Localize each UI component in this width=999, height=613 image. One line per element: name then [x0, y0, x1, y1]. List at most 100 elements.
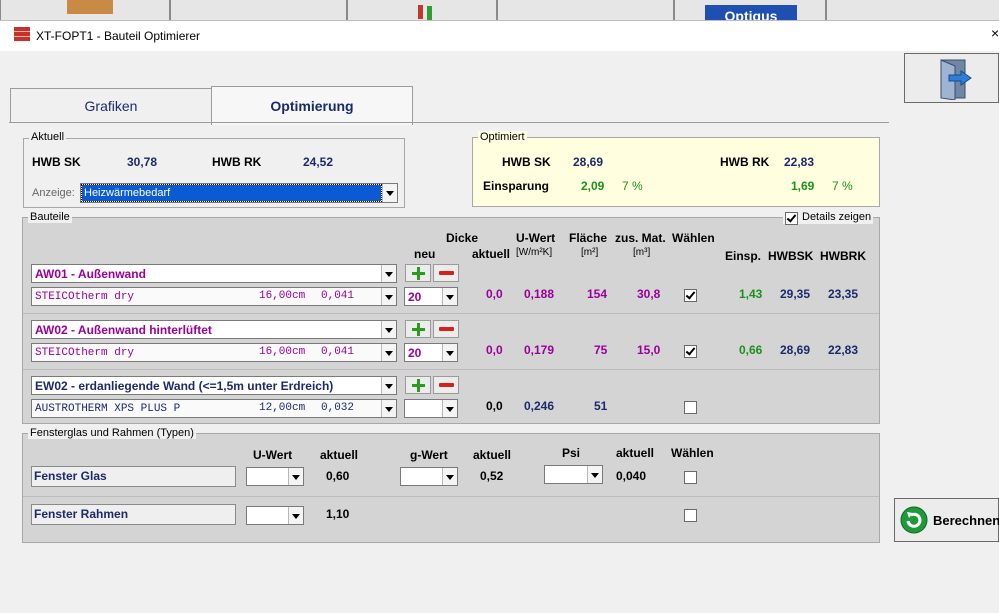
einsparung-rk-value: 1,69: [791, 179, 815, 193]
flaeche-value: 75: [594, 343, 608, 357]
bauteil-name: EW02 - erdanliegende Wand (<=1,5m unter …: [35, 378, 334, 393]
optimiert-hwb-sk-value: 28,69: [573, 155, 604, 169]
neu-dicke-value: 20: [408, 345, 422, 360]
fenster-glas-field[interactable]: Fenster Glas: [31, 466, 236, 487]
bauteil-name: AW02 - Außenwand hinterlüftet: [35, 322, 212, 337]
toolbar-button-4[interactable]: [497, 0, 674, 20]
anzeige-select[interactable]: Heizwärmebedarf: [80, 183, 398, 203]
einsp-value: 1,43: [739, 287, 763, 301]
chevron-down-icon[interactable]: [442, 400, 457, 417]
remove-layer-button[interactable]: [433, 264, 459, 282]
header-aktuell: aktuell: [472, 247, 511, 261]
fenster-rahmen-field[interactable]: Fenster Rahmen: [31, 504, 236, 525]
material-lambda: 0,032: [321, 402, 355, 414]
optigus-logo: Optigus: [705, 5, 797, 20]
exit-door-icon: [940, 59, 972, 100]
chevron-down-icon[interactable]: [381, 265, 396, 282]
header-hwbrk: HWBRK: [820, 249, 866, 263]
hwbrk-value: 22,83: [828, 343, 859, 357]
rahmen-waehlen-checkbox[interactable]: [684, 509, 697, 522]
glas-gwert-select[interactable]: [400, 467, 458, 486]
bauteil-select-aw01[interactable]: AW01 - Außenwand: [31, 264, 397, 283]
neu-dicke-select[interactable]: [404, 399, 458, 418]
waehlen-checkbox[interactable]: [684, 401, 697, 414]
header-neu: neu: [414, 247, 436, 261]
toolbar-button-optigus[interactable]: Optigus: [674, 0, 826, 20]
chevron-down-icon[interactable]: [381, 288, 396, 305]
chevron-down-icon[interactable]: [442, 288, 457, 305]
aktuell-dicke: 0,0: [486, 343, 503, 357]
header-uwert: U-Wert: [516, 231, 556, 245]
tab-optimierung[interactable]: Optimierung: [211, 86, 413, 125]
chart-icon: [418, 5, 423, 19]
fenster-group-label: Fensterglas und Rahmen (Typen): [28, 427, 196, 439]
bauteil-select-aw02[interactable]: AW02 - Außenwand hinterlüftet: [31, 320, 397, 339]
header-einsp: Einsp.: [725, 249, 762, 263]
chevron-down-icon[interactable]: [381, 321, 396, 338]
glas-psi-aktuell: 0,040: [616, 469, 647, 483]
rahmen-uwert-select[interactable]: [246, 506, 304, 525]
anzeige-select-value: Heizwärmebedarf: [81, 184, 382, 202]
add-layer-button[interactable]: [405, 376, 431, 394]
chevron-down-icon[interactable]: [442, 468, 457, 485]
glas-uwert-select[interactable]: [246, 467, 304, 486]
flaeche-value: 51: [594, 399, 608, 413]
chevron-down-icon[interactable]: [381, 377, 396, 394]
tab-grafiken[interactable]: Grafiken: [10, 88, 212, 123]
waehlen-checkbox[interactable]: [684, 345, 697, 358]
aktuell-dicke: 0,0: [486, 399, 503, 413]
app-icon: [14, 27, 30, 41]
chevron-down-icon[interactable]: [382, 184, 397, 202]
chevron-down-icon[interactable]: [288, 468, 303, 485]
fenster-header-aktuell-g: aktuell: [473, 448, 512, 462]
toolbar-button-bricks[interactable]: [0, 0, 170, 20]
fenster-header-uwert: U-Wert: [253, 448, 293, 462]
fenster-header-aktuell-u: aktuell: [320, 448, 359, 462]
material-select-ew02[interactable]: AUSTROTHERM XPS PLUS P 12,00cm 0,032: [31, 399, 397, 418]
hwbrk-value: 23,35: [828, 287, 859, 301]
material-select-aw02[interactable]: STEICOtherm dry 16,00cm 0,041: [31, 343, 397, 362]
material-dicke: 16,00cm: [259, 346, 306, 358]
optimiert-group-label: Optimiert: [478, 131, 527, 143]
row-divider: [23, 496, 879, 497]
bauteil-select-ew02[interactable]: EW02 - erdanliegende Wand (<=1,5m unter …: [31, 376, 397, 395]
header-waehlen: Wählen: [672, 231, 715, 245]
toolbar-button-chart[interactable]: [347, 0, 497, 20]
add-layer-button[interactable]: [405, 264, 431, 282]
zus-mat-value: 15,0: [637, 343, 661, 357]
glas-psi-select[interactable]: [544, 465, 603, 484]
chevron-down-icon[interactable]: [442, 344, 457, 361]
neu-dicke-select[interactable]: 20: [404, 287, 458, 306]
chevron-down-icon[interactable]: [381, 344, 396, 361]
einsparung-sk-percent: 7 %: [622, 179, 643, 193]
optimiert-group: [472, 137, 880, 207]
material-lambda: 0,041: [321, 346, 355, 358]
header-zus-mat: zus. Mat.: [615, 231, 666, 245]
einsparung-rk-percent: 7 %: [832, 179, 853, 193]
material-select-aw01[interactable]: STEICOtherm dry 16,00cm 0,041: [31, 287, 397, 306]
glas-gwert-aktuell: 0,52: [480, 469, 504, 483]
fenster-group: [22, 433, 880, 543]
details-zeigen-checkbox[interactable]: [785, 212, 798, 225]
fenster-header-aktuell-psi: aktuell: [616, 446, 655, 460]
fenster-header-psi: Psi: [562, 446, 581, 460]
remove-layer-button[interactable]: [433, 376, 459, 394]
glas-waehlen-checkbox[interactable]: [684, 471, 697, 484]
neu-dicke-select[interactable]: 20: [404, 343, 458, 362]
toolbar-button-6[interactable]: [826, 0, 999, 20]
chevron-down-icon[interactable]: [381, 400, 396, 417]
aktuell-hwb-rk-label: HWB RK: [212, 155, 262, 169]
chevron-down-icon[interactable]: [288, 507, 303, 524]
waehlen-checkbox[interactable]: [684, 289, 697, 302]
uwert-value: 0,179: [524, 343, 555, 357]
uwert-value: 0,246: [524, 399, 555, 413]
optimiert-hwb-rk-label: HWB RK: [720, 155, 770, 169]
add-layer-button[interactable]: [405, 320, 431, 338]
aktuell-dicke: 0,0: [486, 287, 503, 301]
toolbar-button-2[interactable]: [170, 0, 347, 20]
close-icon[interactable]: ×: [991, 25, 999, 41]
remove-layer-button[interactable]: [433, 320, 459, 338]
berechnen-label: Berechnen: [933, 513, 999, 528]
chevron-down-icon[interactable]: [587, 466, 602, 483]
glas-uwert-aktuell: 0,60: [326, 469, 350, 483]
